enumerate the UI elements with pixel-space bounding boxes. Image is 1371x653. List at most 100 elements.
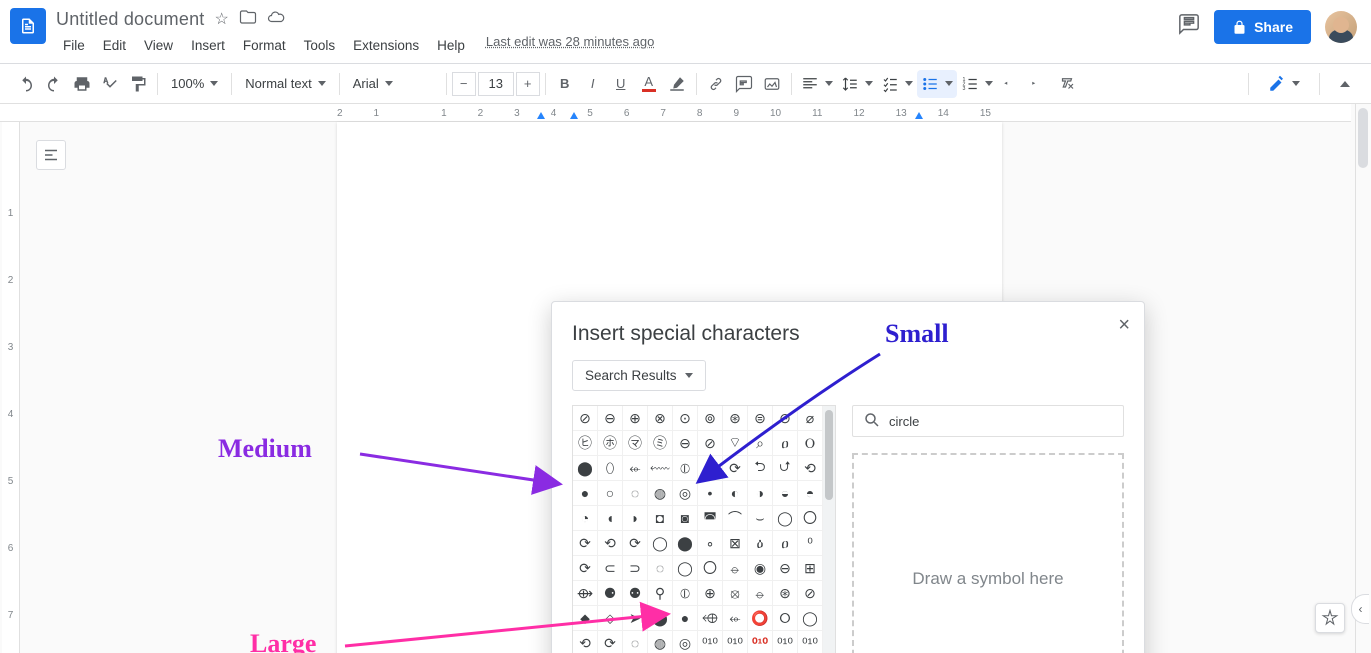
character-cell[interactable]: ⊝ <box>773 406 798 431</box>
character-cell[interactable]: ⚲ <box>648 581 673 606</box>
character-cell[interactable]: ◓ <box>798 481 823 506</box>
character-cell[interactable]: ⦵ <box>748 581 773 606</box>
menu-extensions[interactable]: Extensions <box>346 34 426 57</box>
character-cell[interactable]: ◔ <box>573 506 598 531</box>
character-cell[interactable]: ⊜ <box>748 406 773 431</box>
character-cell[interactable]: ⬤ <box>573 456 598 481</box>
character-cell[interactable]: ⊚ <box>698 406 723 431</box>
character-cell[interactable]: ◗ <box>623 506 648 531</box>
menu-tools[interactable]: Tools <box>297 34 343 57</box>
vertical-scrollbar[interactable] <box>1355 104 1369 653</box>
menu-view[interactable]: View <box>137 34 180 57</box>
character-cell[interactable]: ⚉ <box>623 581 648 606</box>
character-cell[interactable]: ● <box>673 606 698 631</box>
character-cell[interactable]: ዕ <box>748 531 773 556</box>
character-cell[interactable]: ⦶ <box>673 456 698 481</box>
character-cell[interactable]: ◯ <box>673 556 698 581</box>
document-outline-button[interactable] <box>36 140 66 170</box>
character-cell[interactable]: ዐ <box>773 431 798 456</box>
font-family-dropdown[interactable]: Arial <box>345 70 441 98</box>
text-color-button[interactable]: A <box>635 70 663 98</box>
character-cell[interactable]: ⟴ <box>573 581 598 606</box>
character-cell[interactable]: ◌ <box>623 481 648 506</box>
character-cell[interactable]: ⊘ <box>698 431 723 456</box>
character-cell[interactable]: ㋯ <box>648 431 673 456</box>
side-panel-toggle[interactable]: ‹ <box>1351 594 1369 624</box>
character-cell[interactable]: ⬦ <box>598 606 623 631</box>
character-cell[interactable]: ㋭ <box>598 431 623 456</box>
menu-format[interactable]: Format <box>236 34 293 57</box>
insert-image-button[interactable] <box>758 70 786 98</box>
character-cell[interactable]: ◯ <box>798 606 823 631</box>
character-cell[interactable]: ⟳ <box>723 456 748 481</box>
insert-link-button[interactable] <box>702 70 730 98</box>
character-search-input[interactable] <box>889 414 1113 429</box>
character-cell[interactable]: ⬯ <box>598 456 623 481</box>
character-cell[interactable]: ⮍ <box>773 456 798 481</box>
menu-help[interactable]: Help <box>430 34 472 57</box>
character-cell[interactable]: ㋪ <box>573 431 598 456</box>
character-cell[interactable]: ◑ <box>748 481 773 506</box>
character-cell[interactable]: ⊛ <box>723 406 748 431</box>
character-cell[interactable]: ◙ <box>673 506 698 531</box>
checklist-dropdown[interactable] <box>877 70 917 98</box>
character-cell[interactable]: ⟲ <box>598 531 623 556</box>
ruler-indent-marker[interactable] <box>570 112 578 119</box>
share-button[interactable]: Share <box>1214 10 1311 44</box>
character-cell[interactable]: ◯ <box>773 506 798 531</box>
collapse-toolbar-button[interactable] <box>1331 70 1359 98</box>
clear-formatting-button[interactable] <box>1053 70 1081 98</box>
character-cell[interactable]: ○ <box>598 481 623 506</box>
character-cell[interactable]: ⁰¹⁰ <box>748 631 773 653</box>
font-size-decrease-button[interactable]: − <box>452 72 476 96</box>
character-cell[interactable]: ∘ <box>698 531 723 556</box>
numbered-list-dropdown[interactable]: 123 <box>957 70 997 98</box>
character-cell[interactable]: ⟲ <box>573 631 598 653</box>
character-cell[interactable]: ⌀ <box>798 406 823 431</box>
character-cell[interactable]: ◍ <box>648 481 673 506</box>
character-cell[interactable]: ◒ <box>773 481 798 506</box>
character-cell[interactable]: ◯ <box>648 531 673 556</box>
character-cell[interactable]: ➤ <box>623 606 648 631</box>
character-cell[interactable]: ⊖ <box>673 431 698 456</box>
underline-button[interactable]: U <box>607 70 635 98</box>
horizontal-ruler[interactable]: 21123456789101112131415 <box>0 104 1351 122</box>
character-cell[interactable]: ⟳ <box>573 531 598 556</box>
character-cell[interactable]: ◖ <box>598 506 623 531</box>
character-cell[interactable]: ⦻ <box>723 581 748 606</box>
character-cell[interactable]: ⊞ <box>798 556 823 581</box>
character-cell[interactable]: ⊕ <box>623 406 648 431</box>
character-cell[interactable]: ⬰ <box>623 456 648 481</box>
paragraph-style-dropdown[interactable]: Normal text <box>237 70 333 98</box>
bulleted-list-dropdown[interactable] <box>917 70 957 98</box>
font-size-value[interactable]: 13 <box>478 72 514 96</box>
character-cell[interactable]: ⊃ <box>623 556 648 581</box>
character-cell[interactable]: ⟳ <box>623 531 648 556</box>
character-cell[interactable]: ⦵ <box>723 556 748 581</box>
character-cell[interactable]: ⊖ <box>773 556 798 581</box>
menu-insert[interactable]: Insert <box>184 34 232 57</box>
character-cell[interactable]: • <box>698 481 723 506</box>
character-cell[interactable]: ⁰¹⁰ <box>773 631 798 653</box>
character-cell[interactable]: ⊕ <box>698 581 723 606</box>
insert-comment-button[interactable] <box>730 70 758 98</box>
last-edit-link[interactable]: Last edit was 28 minutes ago <box>486 34 654 57</box>
highlight-button[interactable] <box>663 70 691 98</box>
character-cell[interactable]: ⁰¹⁰ <box>798 631 823 653</box>
ruler-margin-marker[interactable] <box>915 112 923 119</box>
editing-mode-dropdown[interactable] <box>1260 71 1308 97</box>
character-cell[interactable]: ⟳ <box>573 556 598 581</box>
paint-format-button[interactable] <box>124 70 152 98</box>
character-cell[interactable]: ⊙ <box>673 406 698 431</box>
character-cell[interactable]: ◚ <box>698 506 723 531</box>
comment-history-icon[interactable] <box>1178 13 1200 41</box>
character-cell[interactable]: ㋮ <box>623 431 648 456</box>
character-cell[interactable]: ⁰¹⁰ <box>723 631 748 653</box>
align-dropdown[interactable] <box>797 70 837 98</box>
character-cell[interactable]: ⌣ <box>748 506 773 531</box>
character-cell[interactable]: ◌ <box>623 631 648 653</box>
menu-edit[interactable]: Edit <box>96 34 133 57</box>
character-cell[interactable]: 〇 <box>698 556 723 581</box>
category-dropdown[interactable]: Search Results <box>572 360 706 391</box>
print-button[interactable] <box>68 70 96 98</box>
